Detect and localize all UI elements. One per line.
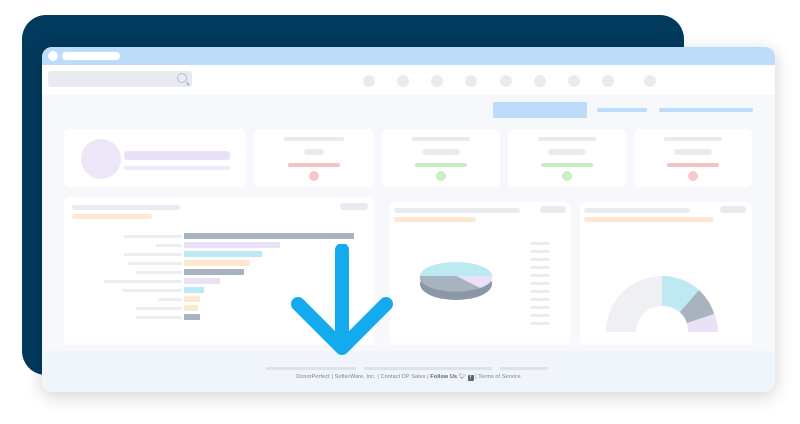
nav-icon[interactable] [397,75,409,87]
top-navigation [42,65,775,95]
pie-chart [419,262,493,300]
profile-subtitle-placeholder [124,166,230,170]
nav-icon[interactable] [363,75,375,87]
twitter-icon[interactable]: 🐦︎ [459,374,466,380]
footer-company[interactable]: DonorPerfect [296,374,330,380]
chart-bar [184,251,262,257]
nav-icon[interactable] [568,75,580,87]
profile-card [64,129,246,187]
status-indicator [309,171,319,181]
nav-icon[interactable] [534,75,546,87]
window-dot [48,51,58,61]
app-window: DonorPerfect | SofterWare, Inc. | Contac… [42,47,775,392]
action-link[interactable] [597,108,647,112]
chart-bar [184,305,198,311]
footer-links: DonorPerfect | SofterWare, Inc. | Contac… [296,374,521,381]
primary-action-button[interactable] [493,102,587,118]
donut-chart [606,276,718,332]
profile-name-placeholder [124,151,230,160]
kpi-card [508,129,626,187]
browser-titlebar [42,47,775,65]
nav-icon[interactable] [602,75,614,87]
chart-bar [184,260,250,266]
chart-bar [184,242,280,248]
footer-vendor[interactable]: SofterWare, Inc. [335,374,376,380]
footer-contact-link[interactable]: Contact DP Sales [381,374,426,380]
browser-tab[interactable] [62,52,120,60]
footer-follow-label: Follow Us [430,374,458,380]
facebook-icon[interactable]: f [467,375,474,381]
chart-bar [184,233,354,239]
chart-bar [184,314,200,320]
nav-icon[interactable] [644,75,656,87]
nav-icon[interactable] [500,75,512,87]
footer [42,351,775,392]
chart-bar [184,269,244,275]
status-indicator [436,171,446,181]
nav-icon[interactable] [431,75,443,87]
pie-chart-card [390,202,570,345]
status-indicator [562,171,572,181]
pie-slice [420,262,492,276]
chart-bar [184,296,200,302]
nav-icon[interactable] [465,75,477,87]
avatar [81,139,121,179]
down-arrow-icon [291,244,393,355]
kpi-card [254,129,374,187]
search-input[interactable] [48,71,192,87]
footer-terms-link[interactable]: Terms of Service [478,374,521,380]
chart-bar [184,287,204,293]
search-icon [177,73,187,83]
chart-bar [184,278,220,284]
donut-chart-card [580,202,752,345]
kpi-card [634,129,752,187]
action-link[interactable] [659,108,753,112]
status-indicator [688,171,698,181]
kpi-card [382,129,500,187]
